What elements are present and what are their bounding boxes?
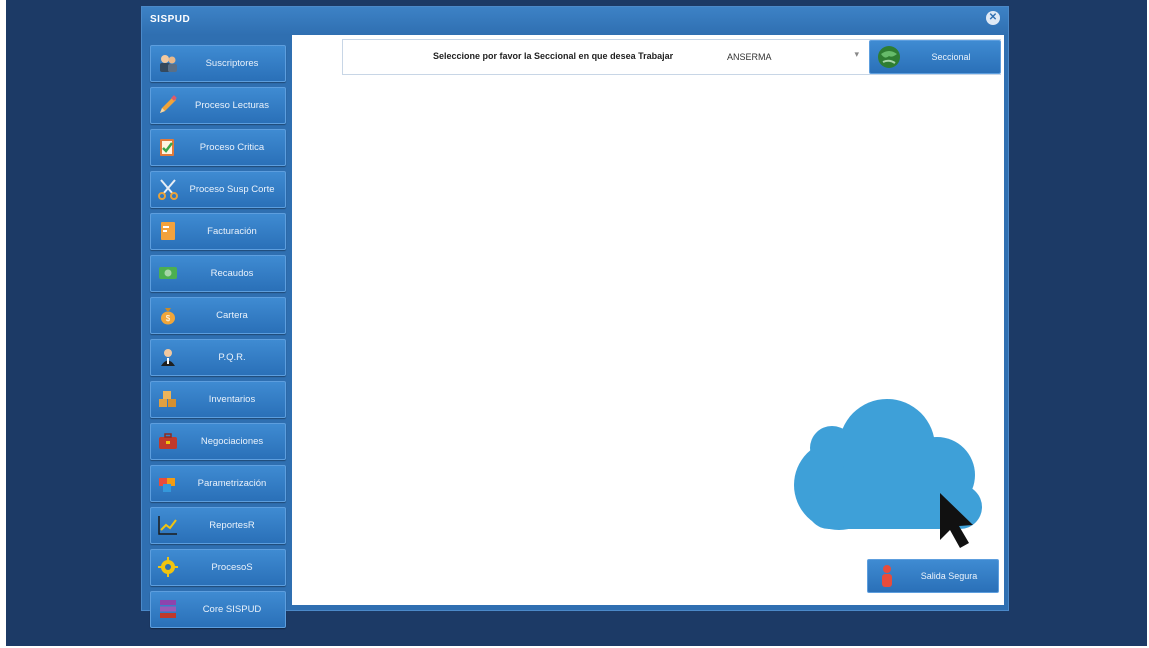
sidebar-item-label: Proceso Susp Corte (189, 184, 275, 195)
seccional-button-label: Seccional (931, 52, 971, 62)
money-bag-icon: $ (156, 303, 180, 327)
server-icon (156, 597, 180, 621)
sidebar-item-label: Parametrización (197, 478, 267, 489)
sidebar-item-label: Facturación (207, 226, 257, 237)
sidebar-item-label: Recaudos (210, 268, 254, 279)
sidebar-item-label: Core SISPUD (202, 604, 262, 615)
sidebar-item-core-sispud[interactable]: Core SISPUD (150, 591, 286, 628)
money-icon (156, 261, 180, 285)
puzzle-icon (156, 471, 180, 495)
sidebar-item-parametrizacion[interactable]: Parametrización (150, 465, 286, 502)
sidebar-item-label: Negociaciones (200, 436, 264, 447)
sidebar-item-label: ReportesR (209, 520, 255, 531)
svg-text:$: $ (166, 314, 171, 323)
subscribers-icon (156, 51, 180, 75)
desktop-background: SISPUD ✕ Suscriptores Proceso Lecturas P… (6, 0, 1147, 646)
sidebar-item-label: P.Q.R. (218, 352, 246, 363)
chevron-down-icon: ▾ (854, 49, 859, 59)
close-icon[interactable]: ✕ (986, 11, 1000, 25)
main-panel: Seleccione por favor la Seccional en que… (292, 35, 1004, 605)
person-icon (156, 345, 180, 369)
pencil-icon (156, 93, 180, 117)
app-window: SISPUD ✕ Suscriptores Proceso Lecturas P… (141, 6, 1009, 628)
safe-exit-button[interactable]: Salida Segura (867, 559, 999, 593)
sidebar-item-pqr[interactable]: P.Q.R. (150, 339, 286, 376)
sidebar-item-label: Cartera (216, 310, 248, 321)
seccional-button[interactable]: Seccional (869, 40, 1001, 74)
invoice-icon (156, 219, 180, 243)
globe-icon (876, 44, 902, 75)
sidebar-item-label: Suscriptores (205, 58, 259, 69)
sidebar-item-negociaciones[interactable]: Negociaciones (150, 423, 286, 460)
sidebar-item-inventarios[interactable]: Inventarios (150, 381, 286, 418)
sidebar-menu: Suscriptores Proceso Lecturas Proceso Cr… (150, 45, 286, 633)
boxes-icon (156, 387, 180, 411)
briefcase-icon (156, 429, 180, 453)
safe-exit-label: Salida Segura (920, 571, 978, 581)
sidebar-item-proceso-lecturas[interactable]: Proceso Lecturas (150, 87, 286, 124)
title-bar: SISPUD ✕ (142, 7, 1008, 35)
scissors-icon (156, 177, 180, 201)
chart-icon (156, 513, 180, 537)
exit-person-icon (878, 564, 896, 593)
sidebar-item-label: ProcesoS (211, 562, 253, 573)
seccional-value: ANSERMA (727, 52, 772, 62)
sidebar-item-label: Proceso Lecturas (195, 100, 269, 111)
sidebar-item-label: Inventarios (208, 394, 256, 405)
checklist-icon (156, 135, 180, 159)
sidebar-item-reportes[interactable]: ReportesR (150, 507, 286, 544)
sidebar-item-recaudos[interactable]: Recaudos (150, 255, 286, 292)
sidebar-item-cartera[interactable]: $ Cartera (150, 297, 286, 334)
sidebar-item-proceso-critica[interactable]: Proceso Critica (150, 129, 286, 166)
sidebar-item-proceso-susp-corte[interactable]: Proceso Susp Corte (150, 171, 286, 208)
sidebar-item-label: Proceso Critica (199, 142, 265, 153)
app-title: SISPUD (150, 14, 191, 25)
cloud-icon (794, 399, 982, 548)
seccional-dropdown[interactable]: ANSERMA ▾ (723, 46, 863, 68)
sidebar-item-suscriptores[interactable]: Suscriptores (150, 45, 286, 82)
seccional-prompt: Seleccione por favor la Seccional en que… (433, 51, 674, 61)
sidebar-item-facturacion[interactable]: Facturación (150, 213, 286, 250)
sidebar-item-procesos[interactable]: ProcesoS (150, 549, 286, 586)
gear-icon (156, 555, 180, 579)
seccional-selector-bar: Seleccione por favor la Seccional en que… (342, 39, 1001, 75)
